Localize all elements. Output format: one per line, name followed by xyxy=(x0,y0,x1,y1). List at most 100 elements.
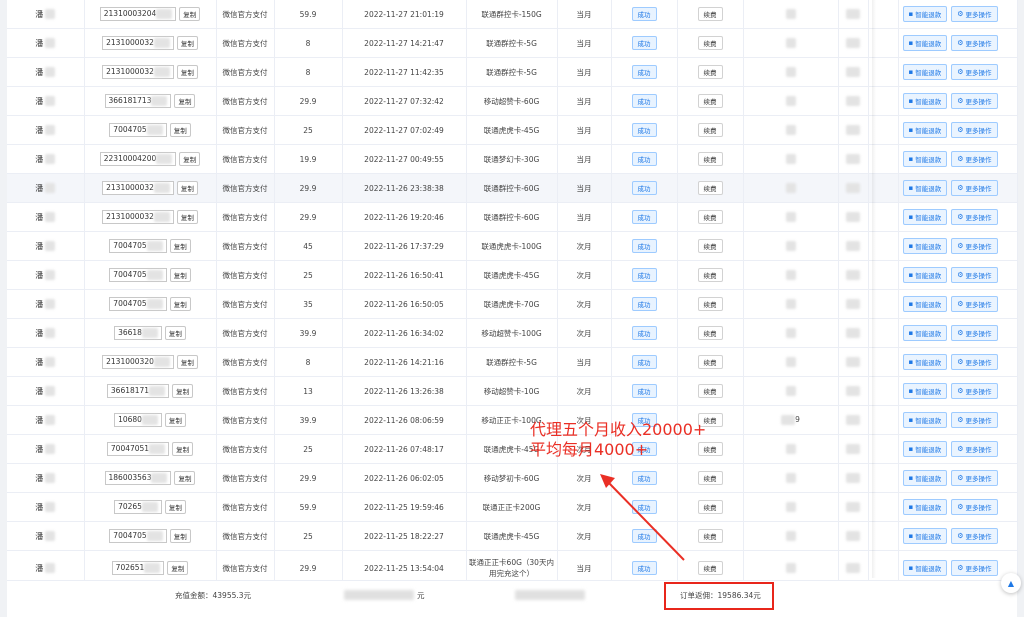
renew-button[interactable]: 续费 xyxy=(697,471,723,485)
copy-button[interactable]: 复制 xyxy=(169,268,191,282)
redacted-blur xyxy=(785,502,796,512)
grid-icon: ▪ xyxy=(908,271,914,279)
copy-button[interactable]: 复制 xyxy=(172,442,194,456)
more-actions-button[interactable]: ⚙ 更多操作 xyxy=(951,35,998,51)
copy-button[interactable]: 复制 xyxy=(167,561,189,575)
renew-button[interactable]: 续费 xyxy=(697,384,723,398)
amount-cell: 8 xyxy=(274,57,343,87)
renew-button[interactable]: 续费 xyxy=(697,152,723,166)
copy-button[interactable]: 复制 xyxy=(174,94,196,108)
copy-button[interactable]: 复制 xyxy=(164,500,186,514)
smart-refund-button[interactable]: ▪ 智能退款 xyxy=(902,267,948,283)
package-cell: 联通虎虎卡-70G xyxy=(466,289,558,319)
copy-button[interactable]: 复制 xyxy=(176,65,198,79)
extra-cell xyxy=(743,463,839,493)
renew-button[interactable]: 续费 xyxy=(697,355,723,369)
amount-cell: 39.9 xyxy=(274,318,343,348)
smart-refund-button[interactable]: ▪ 智能退款 xyxy=(902,35,948,51)
renew-button[interactable]: 续费 xyxy=(697,239,723,253)
smart-refund-button[interactable]: ▪ 智能退款 xyxy=(902,122,948,138)
more-actions-button[interactable]: ⚙ 更多操作 xyxy=(951,209,998,225)
renew-button[interactable]: 续费 xyxy=(697,65,723,79)
renew-button[interactable]: 续费 xyxy=(697,268,723,282)
extra-cell xyxy=(743,0,839,29)
copy-button[interactable]: 复制 xyxy=(169,529,191,543)
smart-refund-button[interactable]: ▪ 智能退款 xyxy=(902,528,948,544)
more-actions-button[interactable]: ⚙ 更多操作 xyxy=(951,354,998,370)
more-actions-button[interactable]: ⚙ 更多操作 xyxy=(951,6,998,22)
renew-button[interactable]: 续费 xyxy=(697,94,723,108)
copy-button[interactable]: 复制 xyxy=(176,355,198,369)
more-actions-button[interactable]: ⚙ 更多操作 xyxy=(951,64,998,80)
smart-refund-button[interactable]: ▪ 智能退款 xyxy=(902,470,948,486)
more-actions-button[interactable]: ⚙ 更多操作 xyxy=(951,151,998,167)
renew-button[interactable]: 续费 xyxy=(697,181,723,195)
more-actions-button[interactable]: ⚙ 更多操作 xyxy=(951,180,998,196)
back-to-top-button[interactable]: ▲ xyxy=(1001,573,1021,593)
smart-refund-button[interactable]: ▪ 智能退款 xyxy=(902,209,948,225)
more-actions-button[interactable]: ⚙ 更多操作 xyxy=(951,325,998,341)
action-cell: ▪ 智能退款 ⚙ 更多操作 xyxy=(898,434,1018,464)
more-actions-button[interactable]: ⚙ 更多操作 xyxy=(951,560,998,576)
renew-button[interactable]: 续费 xyxy=(697,326,723,340)
redacted-blur xyxy=(846,38,860,48)
more-actions-button[interactable]: ⚙ 更多操作 xyxy=(951,412,998,428)
copy-button[interactable]: 复制 xyxy=(179,152,201,166)
redacted-blur xyxy=(846,531,860,541)
more-actions-button[interactable]: ⚙ 更多操作 xyxy=(951,383,998,399)
grid-icon: ▪ xyxy=(908,358,914,366)
smart-refund-button[interactable]: ▪ 智能退款 xyxy=(902,180,948,196)
renew-button[interactable]: 续费 xyxy=(697,500,723,514)
period-cell: 当月 xyxy=(557,202,612,232)
smart-refund-button[interactable]: ▪ 智能退款 xyxy=(902,238,948,254)
renew-cell: 续费 xyxy=(677,289,744,319)
annotation-text: 代理五个月收入20000+ 平均每月4000+ xyxy=(530,420,706,460)
copy-button[interactable]: 复制 xyxy=(169,239,191,253)
smart-refund-button[interactable]: ▪ 智能退款 xyxy=(902,296,948,312)
renew-button[interactable]: 续费 xyxy=(697,123,723,137)
more-actions-button[interactable]: ⚙ 更多操作 xyxy=(951,238,998,254)
copy-button[interactable]: 复制 xyxy=(164,326,186,340)
copy-button[interactable]: 复制 xyxy=(176,36,198,50)
renew-button[interactable]: 续费 xyxy=(697,36,723,50)
renew-button[interactable]: 续费 xyxy=(697,561,723,575)
smart-refund-button[interactable]: ▪ 智能退款 xyxy=(902,499,948,515)
smart-refund-button[interactable]: ▪ 智能退款 xyxy=(902,93,948,109)
copy-button[interactable]: 复制 xyxy=(174,471,196,485)
renew-button[interactable]: 续费 xyxy=(697,297,723,311)
more-actions-button[interactable]: ⚙ 更多操作 xyxy=(951,296,998,312)
copy-button[interactable]: 复制 xyxy=(176,181,198,195)
renew-cell: 续费 xyxy=(677,231,744,261)
smart-refund-button[interactable]: ▪ 智能退款 xyxy=(902,412,948,428)
smart-refund-button[interactable]: ▪ 智能退款 xyxy=(902,151,948,167)
smart-refund-button[interactable]: ▪ 智能退款 xyxy=(902,64,948,80)
copy-button[interactable]: 复制 xyxy=(172,384,194,398)
more-actions-button[interactable]: ⚙ 更多操作 xyxy=(951,122,998,138)
smart-refund-button[interactable]: ▪ 智能退款 xyxy=(902,354,948,370)
smart-refund-button[interactable]: ▪ 智能退款 xyxy=(902,441,948,457)
renew-cell: 续费 xyxy=(677,173,744,203)
renew-button[interactable]: 续费 xyxy=(697,7,723,21)
smart-refund-button[interactable]: ▪ 智能退款 xyxy=(902,560,948,576)
renew-cell: 续费 xyxy=(677,115,744,145)
renew-button[interactable]: 续费 xyxy=(697,529,723,543)
copy-button[interactable]: 复制 xyxy=(169,297,191,311)
copy-button[interactable]: 复制 xyxy=(169,123,191,137)
customer-name-cell: 潘 xyxy=(7,231,85,261)
redacted-blur xyxy=(141,502,158,512)
more-actions-button[interactable]: ⚙ 更多操作 xyxy=(951,470,998,486)
more-actions-button[interactable]: ⚙ 更多操作 xyxy=(951,441,998,457)
smart-refund-button[interactable]: ▪ 智能退款 xyxy=(902,383,948,399)
more-actions-button[interactable]: ⚙ 更多操作 xyxy=(951,528,998,544)
smart-refund-button[interactable]: ▪ 智能退款 xyxy=(902,6,948,22)
copy-button[interactable]: 复制 xyxy=(176,210,198,224)
redacted-blur xyxy=(153,38,170,48)
renew-button[interactable]: 续费 xyxy=(697,210,723,224)
smart-refund-button[interactable]: ▪ 智能退款 xyxy=(902,325,948,341)
more-actions-button[interactable]: ⚙ 更多操作 xyxy=(951,267,998,283)
more-actions-button[interactable]: ⚙ 更多操作 xyxy=(951,499,998,515)
more-actions-button[interactable]: ⚙ 更多操作 xyxy=(951,93,998,109)
copy-button[interactable]: 复制 xyxy=(164,413,186,427)
card-id-cell: 7004705 复制 xyxy=(84,521,217,551)
copy-button[interactable]: 复制 xyxy=(179,7,201,21)
